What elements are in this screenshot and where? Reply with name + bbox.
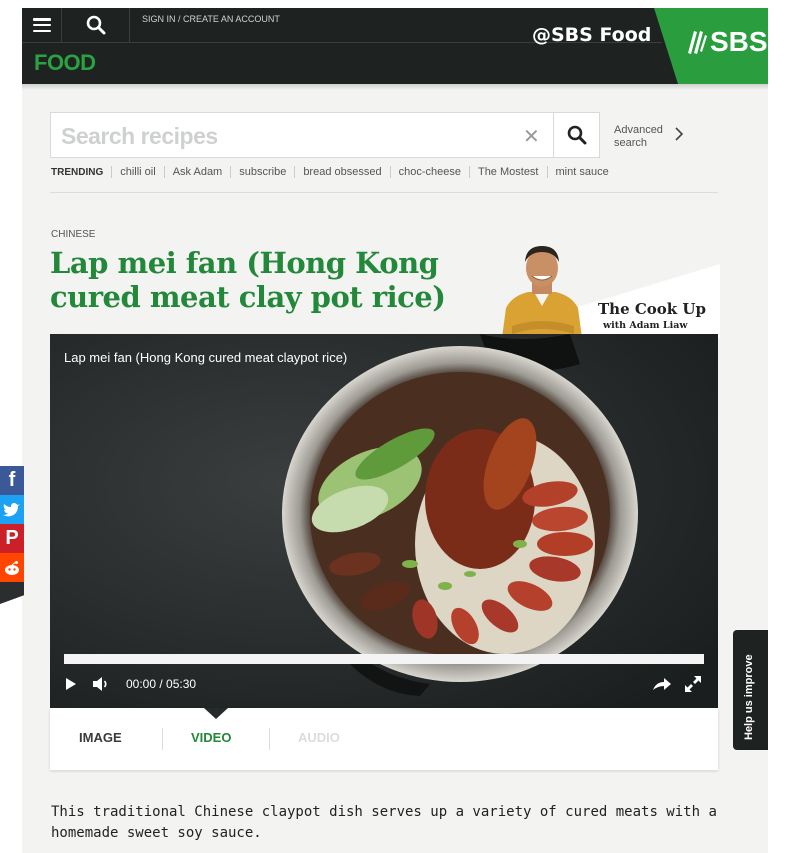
trending-item[interactable]: mint sauce bbox=[546, 166, 617, 178]
advanced-search-line1: Advanced bbox=[614, 124, 663, 136]
recipe-category[interactable]: CHINESE bbox=[51, 229, 95, 240]
close-icon[interactable]: ✕ bbox=[523, 124, 540, 149]
share-rail-tail bbox=[0, 582, 24, 604]
header-search-button[interactable] bbox=[62, 8, 130, 42]
menu-button[interactable] bbox=[22, 8, 62, 42]
cook-up-promo[interactable]: The Cook Up with Adam Liaw bbox=[492, 234, 720, 338]
promo-subtitle: with Adam Liaw bbox=[603, 320, 688, 331]
trending-bar: TRENDING chilli oil Ask Adam subscribe b… bbox=[51, 166, 617, 178]
help-label: Help us improve bbox=[743, 654, 755, 740]
sbs-logo-block[interactable]: SBS bbox=[654, 8, 768, 84]
promo-title: The Cook Up bbox=[598, 300, 706, 318]
trending-item[interactable]: Ask Adam bbox=[163, 166, 231, 178]
facebook-icon[interactable]: f bbox=[0, 466, 24, 495]
sbs-mercator-icon bbox=[688, 31, 707, 54]
pinterest-icon[interactable]: P bbox=[0, 524, 24, 553]
video-frame-image bbox=[50, 334, 718, 708]
search-icon bbox=[86, 15, 105, 35]
sbs-logo-text: SBS bbox=[710, 26, 768, 57]
search-submit-button[interactable] bbox=[553, 113, 599, 157]
tab-video[interactable]: VIDEO bbox=[191, 730, 231, 745]
tab-separator bbox=[269, 728, 270, 750]
fullscreen-icon[interactable] bbox=[684, 675, 702, 693]
social-share-rail: f P bbox=[0, 466, 24, 604]
video-controls: 00:00 / 05:30 bbox=[64, 674, 704, 694]
trending-item[interactable]: The Mostest bbox=[468, 166, 547, 178]
chevron-right-icon[interactable] bbox=[674, 127, 684, 141]
page-title: Lap mei fan (Hong Kong cured meat clay p… bbox=[50, 246, 446, 314]
advanced-search-line2: search bbox=[614, 137, 648, 149]
volume-icon[interactable] bbox=[92, 676, 110, 692]
page: SIGN IN / CREATE AN ACCOUNT FOOD @SBS Fo… bbox=[22, 8, 768, 853]
tab-separator bbox=[162, 728, 163, 750]
hamburger-icon bbox=[32, 18, 51, 32]
presenter-photo bbox=[502, 246, 582, 338]
trending-label: TRENDING bbox=[51, 166, 104, 178]
section-divider bbox=[50, 192, 718, 193]
advanced-search-link[interactable]: Advanced search bbox=[614, 124, 663, 150]
help-us-improve-tab[interactable]: Help us improve bbox=[733, 630, 768, 750]
video-time: 00:00 / 05:30 bbox=[126, 677, 197, 691]
signin-link[interactable]: SIGN IN / CREATE AN ACCOUNT bbox=[142, 14, 280, 24]
trending-item[interactable]: choc-cheese bbox=[389, 166, 469, 178]
recipe-description: This traditional Chinese claypot dish se… bbox=[51, 804, 717, 841]
media-tabs: IMAGE VIDEO AUDIO bbox=[50, 708, 718, 770]
trending-item[interactable]: subscribe bbox=[230, 166, 294, 178]
trending-item[interactable]: chilli oil bbox=[111, 166, 163, 178]
search-input[interactable]: Search recipes bbox=[61, 123, 218, 150]
video-player[interactable]: Lap mei fan (Hong Kong cured meat claypo… bbox=[50, 334, 718, 708]
tab-audio: AUDIO bbox=[298, 730, 340, 745]
trending-item[interactable]: bread obsessed bbox=[294, 166, 389, 178]
sbs-logo: SBS bbox=[686, 26, 768, 58]
active-tab-pointer bbox=[204, 708, 228, 719]
recipe-search-box[interactable]: Search recipes ✕ bbox=[50, 112, 600, 158]
reddit-icon[interactable] bbox=[0, 553, 24, 582]
video-title: Lap mei fan (Hong Kong cured meat claypo… bbox=[64, 350, 348, 365]
search-icon bbox=[567, 125, 586, 145]
header-shadow bbox=[22, 84, 768, 90]
share-icon[interactable] bbox=[652, 676, 672, 692]
site-header: SIGN IN / CREATE AN ACCOUNT FOOD @SBS Fo… bbox=[22, 8, 768, 84]
watermark-handle: @SBS Food bbox=[532, 24, 652, 46]
food-section-logo[interactable]: FOOD bbox=[34, 50, 96, 76]
video-progress-bar[interactable] bbox=[64, 654, 704, 664]
play-icon[interactable] bbox=[64, 677, 78, 691]
tab-image[interactable]: IMAGE bbox=[79, 730, 122, 745]
twitter-icon[interactable] bbox=[0, 495, 24, 524]
